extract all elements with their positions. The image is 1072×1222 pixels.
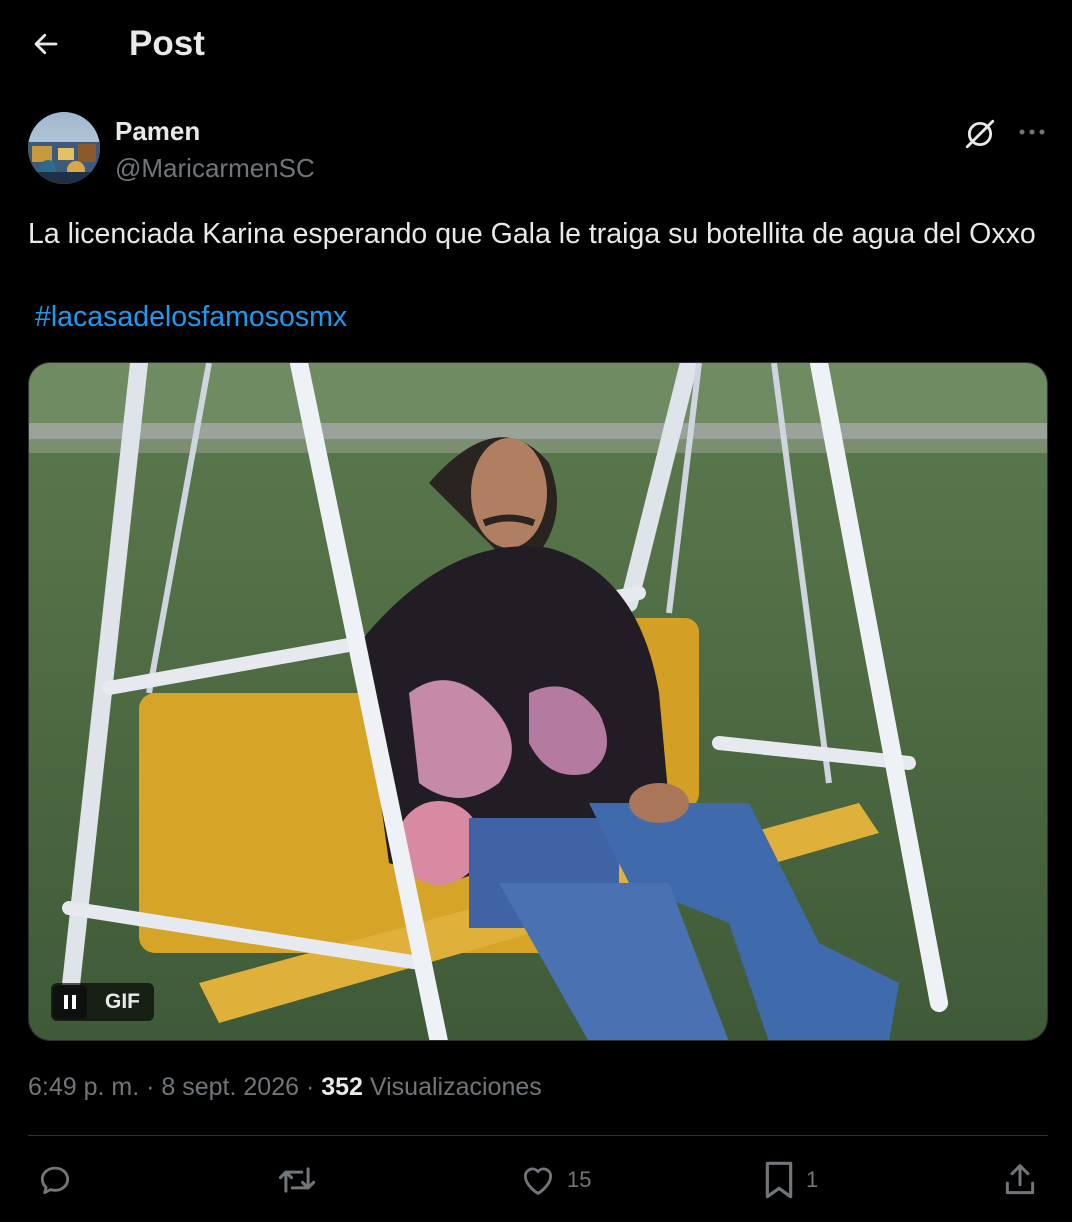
tweet-meta: 6:49 p. m. · 8 sept. 2026 · 352 Visualiz… <box>28 1073 542 1102</box>
like-button[interactable]: 15 <box>519 1158 591 1202</box>
like-count: 15 <box>567 1167 592 1192</box>
bookmark-icon <box>765 1161 793 1199</box>
more-options-button[interactable] <box>1016 114 1048 150</box>
user-handle[interactable]: @MaricarmenSC <box>115 153 315 184</box>
share-icon <box>1005 1164 1035 1195</box>
bookmark-button[interactable]: 1 <box>762 1158 818 1202</box>
hashtag-link[interactable]: #lacasadelosfamososmx <box>35 301 347 334</box>
page-title: Post <box>129 24 205 63</box>
meta-separator: · <box>299 1073 322 1101</box>
reply-icon <box>40 1166 70 1195</box>
repost-button[interactable] <box>276 1158 328 1202</box>
heart-icon <box>523 1167 553 1195</box>
gif-badge: GIF <box>51 983 154 1021</box>
more-horizontal-icon <box>1019 129 1045 135</box>
grok-icon <box>965 119 995 149</box>
meta-separator: · <box>139 1073 162 1101</box>
arrow-left-icon <box>34 33 58 55</box>
avatar[interactable] <box>28 112 100 184</box>
tweet-date[interactable]: 8 sept. 2026 <box>161 1073 299 1101</box>
pause-icon <box>64 995 76 1009</box>
gif-label: GIF <box>105 990 140 1013</box>
divider <box>28 1135 1048 1136</box>
author-row: Pamen @MaricarmenSC <box>28 112 1048 187</box>
pause-button[interactable] <box>53 985 87 1019</box>
gif-media[interactable]: GIF <box>28 362 1048 1041</box>
repost-icon <box>278 1167 316 1193</box>
tweet-time[interactable]: 6:49 p. m. <box>28 1073 139 1101</box>
bookmark-count: 1 <box>806 1167 819 1192</box>
display-name[interactable]: Pamen <box>115 116 200 147</box>
grok-button[interactable] <box>960 114 1000 154</box>
reply-button[interactable] <box>36 1158 84 1202</box>
share-button[interactable] <box>1001 1158 1039 1202</box>
top-bar: Post <box>0 0 1072 88</box>
tweet-text: La licenciada Karina esperando que Gala … <box>28 218 1036 250</box>
gif-image <box>29 363 1047 1040</box>
views-count[interactable]: 352 <box>321 1073 363 1101</box>
back-button[interactable] <box>22 22 70 66</box>
views-label[interactable]: Visualizaciones <box>370 1073 542 1101</box>
